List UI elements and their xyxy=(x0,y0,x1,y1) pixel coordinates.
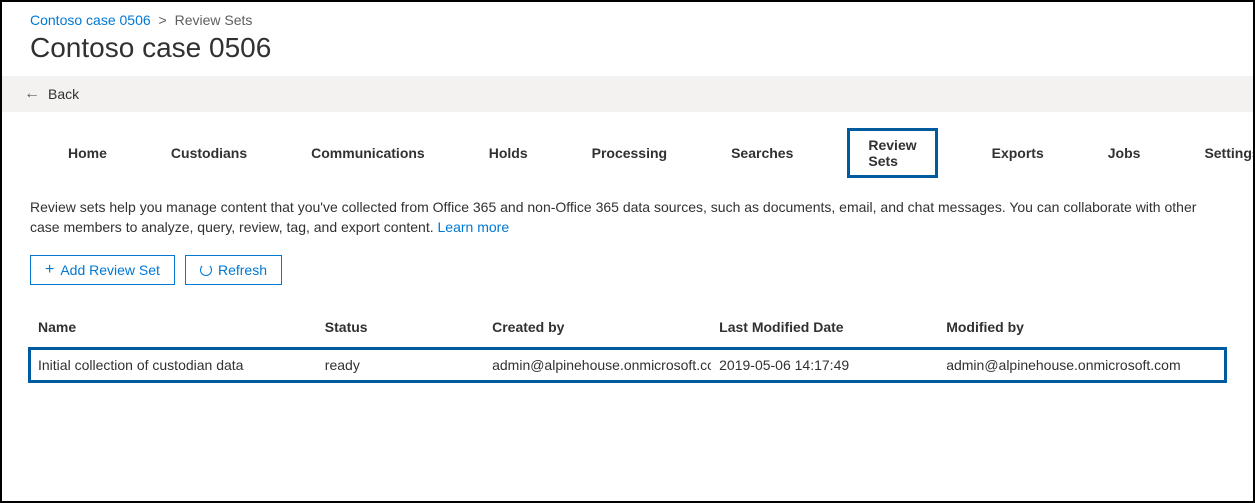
col-header-modified-by[interactable]: Modified by xyxy=(938,309,1225,349)
refresh-icon xyxy=(200,264,212,276)
tab-custodians[interactable]: Custodians xyxy=(161,139,257,167)
refresh-button[interactable]: Refresh xyxy=(185,255,282,285)
cell-last-modified: 2019-05-06 14:17:49 xyxy=(711,349,938,381)
col-header-created-by[interactable]: Created by xyxy=(484,309,711,349)
tab-review-sets[interactable]: Review Sets xyxy=(847,128,937,178)
col-header-status[interactable]: Status xyxy=(317,309,484,349)
add-review-set-label: Add Review Set xyxy=(60,262,160,278)
breadcrumb-root-link[interactable]: Contoso case 0506 xyxy=(30,12,151,28)
tab-processing[interactable]: Processing xyxy=(582,139,677,167)
page-title: Contoso case 0506 xyxy=(2,30,1253,76)
cell-modified-by: admin@alpinehouse.onmicrosoft.com xyxy=(938,349,1225,381)
tab-searches[interactable]: Searches xyxy=(721,139,803,167)
tab-settings[interactable]: Settings xyxy=(1194,139,1255,167)
cell-created-by: admin@alpinehouse.onmicrosoft.com xyxy=(484,349,711,381)
breadcrumb: Contoso case 0506 > Review Sets xyxy=(2,2,1253,30)
description-text: Review sets help you manage content that… xyxy=(2,178,1253,237)
tab-jobs[interactable]: Jobs xyxy=(1098,139,1151,167)
refresh-label: Refresh xyxy=(218,262,267,278)
learn-more-link[interactable]: Learn more xyxy=(438,219,510,235)
plus-icon: + xyxy=(45,262,54,278)
tab-communications[interactable]: Communications xyxy=(301,139,435,167)
add-review-set-button[interactable]: + Add Review Set xyxy=(30,255,175,285)
back-button[interactable]: ← Back xyxy=(2,76,1253,112)
col-header-last-modified[interactable]: Last Modified Date xyxy=(711,309,938,349)
tab-bar: Home Custodians Communications Holds Pro… xyxy=(2,112,1253,178)
back-label: Back xyxy=(48,86,79,102)
cell-status: ready xyxy=(317,349,484,381)
breadcrumb-separator: > xyxy=(159,12,167,28)
back-arrow-icon: ← xyxy=(24,86,40,102)
review-sets-table: Name Status Created by Last Modified Dat… xyxy=(30,309,1225,381)
tab-home[interactable]: Home xyxy=(58,139,117,167)
cell-name: Initial collection of custodian data xyxy=(30,349,317,381)
tab-holds[interactable]: Holds xyxy=(479,139,538,167)
breadcrumb-current: Review Sets xyxy=(175,12,253,28)
action-row: + Add Review Set Refresh xyxy=(2,237,1253,285)
col-header-name[interactable]: Name xyxy=(30,309,317,349)
description-body: Review sets help you manage content that… xyxy=(30,199,1196,235)
tab-exports[interactable]: Exports xyxy=(982,139,1054,167)
table-row[interactable]: Initial collection of custodian data rea… xyxy=(30,349,1225,381)
